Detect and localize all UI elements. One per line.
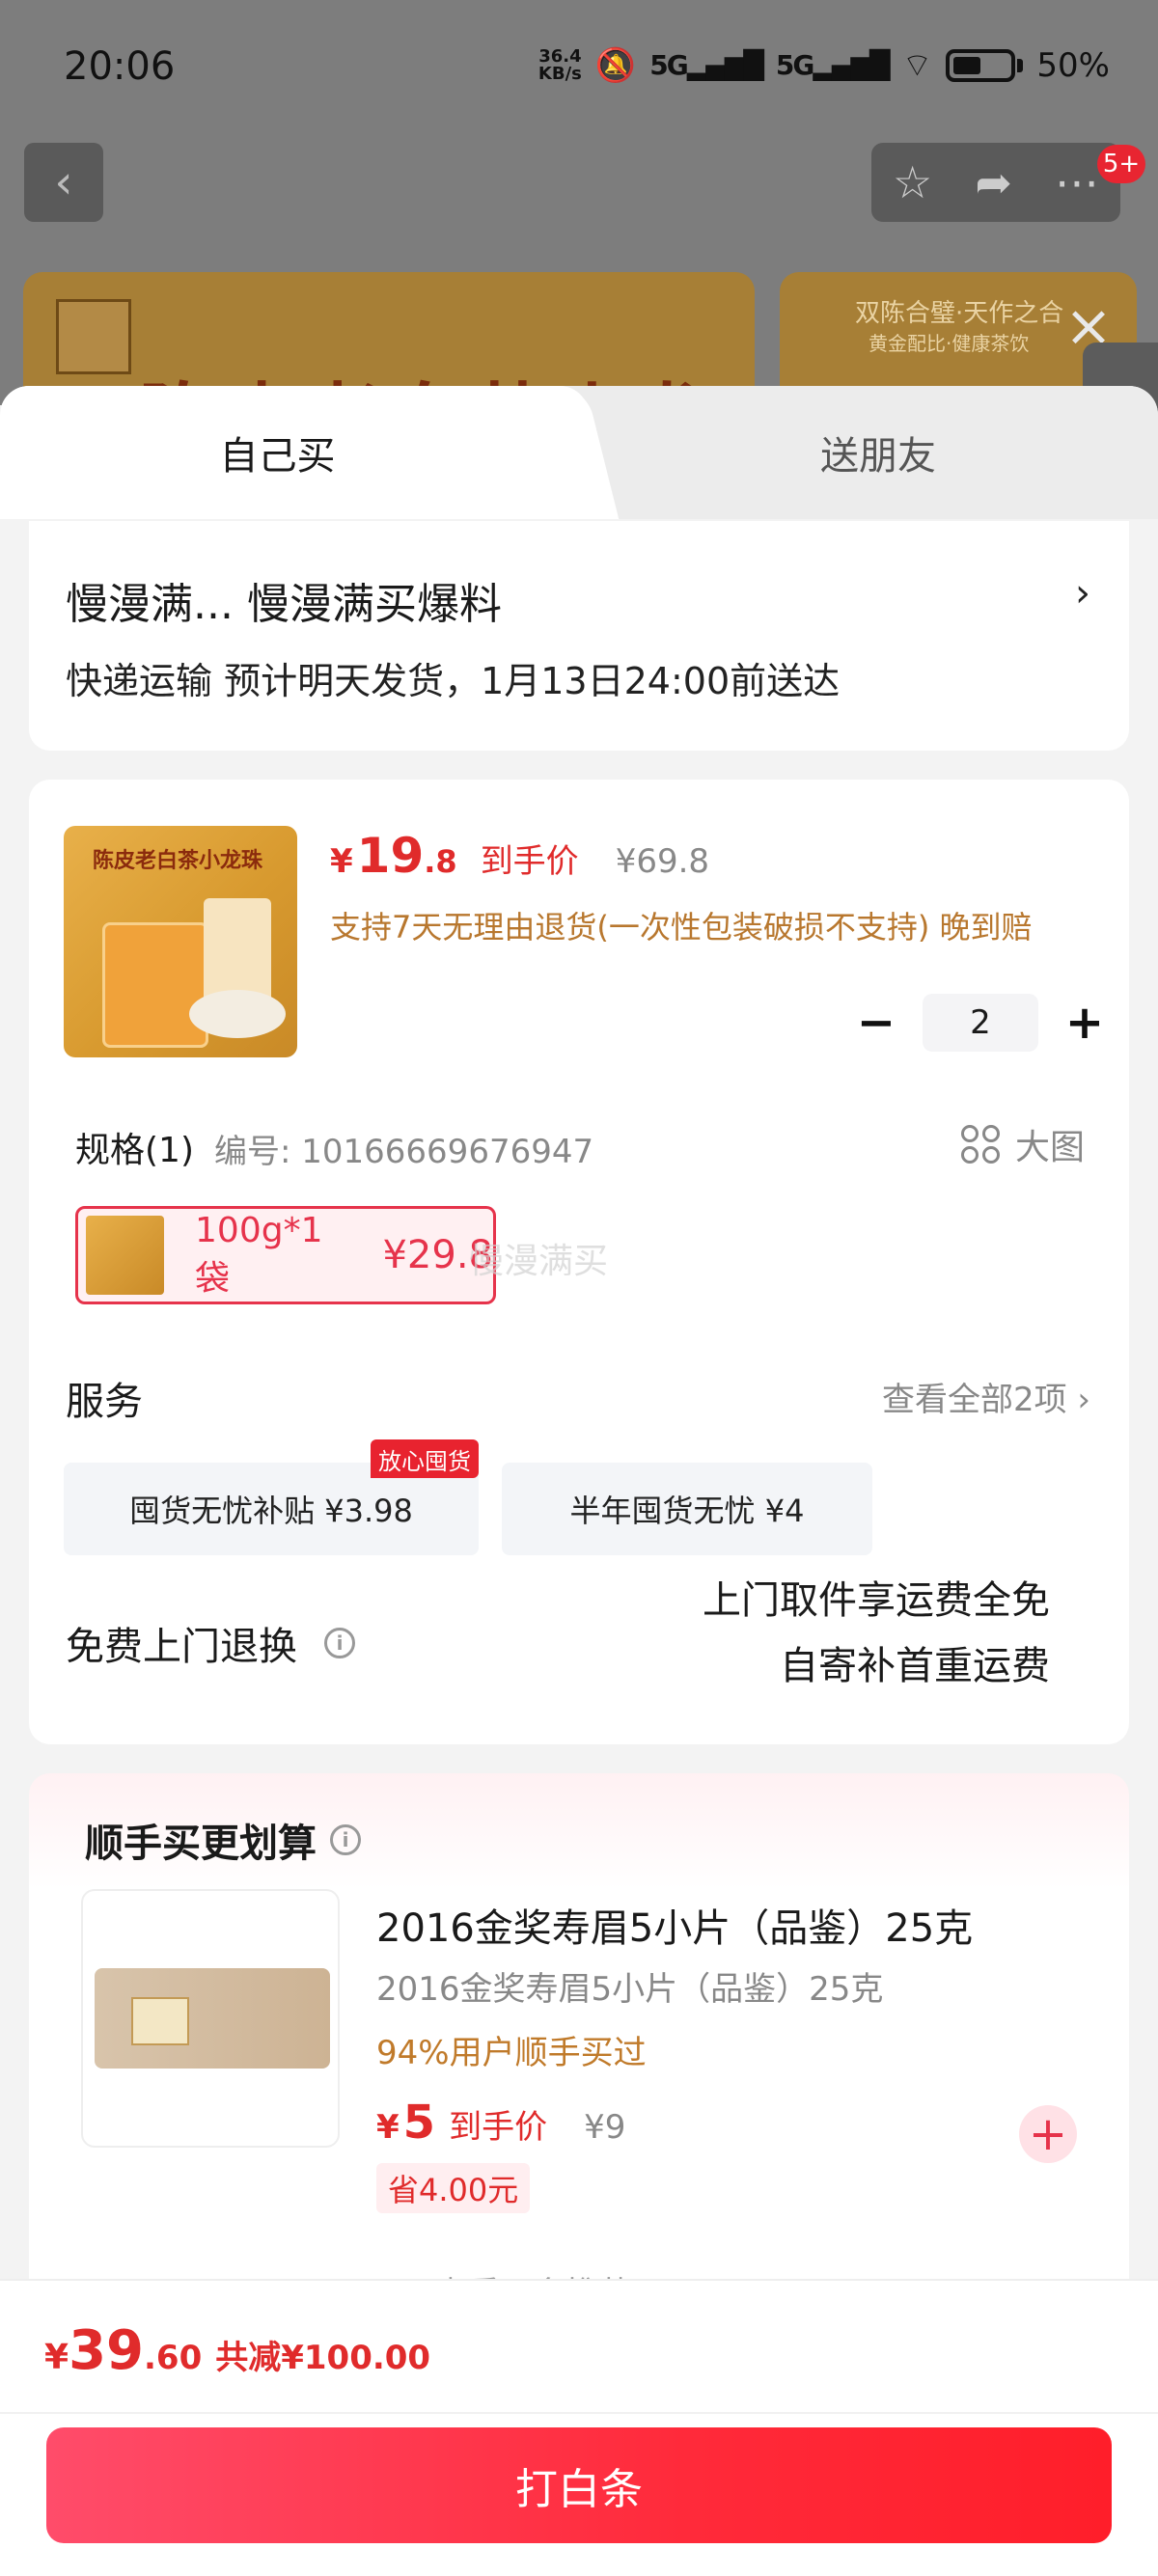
upsell-saving-badge: 省4.00元 bbox=[376, 2163, 531, 2213]
info-icon[interactable]: i bbox=[330, 1824, 361, 1855]
service-option-half-year[interactable]: 半年囤货无忧 ¥4 bbox=[502, 1463, 872, 1555]
divider bbox=[0, 2412, 1158, 2414]
back-button[interactable]: ‹ bbox=[24, 143, 103, 222]
free-return-line2: 自寄补首重运费 bbox=[780, 1644, 1050, 1688]
chevron-left-icon: ‹ bbox=[54, 155, 73, 209]
tab-buy-for-self[interactable]: 自己买 bbox=[0, 386, 589, 519]
big-image-button[interactable]: 大图 bbox=[960, 1119, 1085, 1169]
tab-gift-to-friend[interactable]: 送朋友 bbox=[676, 386, 1081, 519]
upsell-title: 顺手买更划算 i bbox=[85, 1812, 361, 1868]
signal-icon: 5G▂▄▆█ bbox=[649, 49, 764, 81]
free-return-line1: 上门取件享运费全免 bbox=[703, 1578, 1050, 1623]
product-code: 编号: 10166669676947 bbox=[214, 1133, 594, 1171]
increase-quantity-button[interactable]: + bbox=[1058, 996, 1112, 1050]
grid-icon bbox=[960, 1125, 1000, 1164]
brand-logo bbox=[56, 299, 131, 374]
share-icon[interactable]: ➦ bbox=[975, 156, 1012, 208]
decrease-quantity-button[interactable]: − bbox=[849, 996, 903, 1050]
return-policy: 支持7天无理由退货(一次性包装破损不支持) 晚到赔 bbox=[330, 909, 1033, 945]
checkout-footer: ¥ 39 .60 共减¥100.00 打白条 bbox=[0, 2279, 1158, 2576]
service-badge: 放心囤货 bbox=[371, 1439, 479, 1478]
wifi-icon: ⌔ bbox=[901, 46, 933, 85]
pay-with-baitiao-button[interactable]: 打白条 bbox=[46, 2427, 1112, 2543]
quantity-value[interactable]: 2 bbox=[923, 994, 1038, 1052]
top-actions: ☆ ➦ ⋯ bbox=[871, 143, 1120, 222]
upsell-original-price: ¥9 bbox=[584, 2108, 626, 2147]
net-speed: 36.4 KB/s bbox=[538, 45, 582, 84]
address-title: 慢漫满... 慢漫满买爆料 bbox=[66, 580, 502, 629]
star-icon[interactable]: ☆ bbox=[893, 156, 932, 208]
product-card: 陈皮老白茶小龙珠 ¥ 19 .8 到手价 ¥69.8 支持7天无理由退货(一次性… bbox=[29, 780, 1129, 1744]
total-price: ¥ 39 .60 共减¥100.00 bbox=[44, 2319, 431, 2382]
status-icons: 36.4 KB/s 🔕 5G▂▄▆█ 5G▂▄▆█ ⌔ 50% bbox=[538, 44, 1110, 86]
info-icon[interactable]: i bbox=[324, 1628, 355, 1658]
battery-icon bbox=[946, 48, 1016, 82]
free-return-label: 免费上门退换 i bbox=[66, 1615, 355, 1671]
mute-icon: 🔕 bbox=[594, 45, 637, 85]
service-label: 服务 bbox=[66, 1380, 143, 1424]
purchase-tabs: 自己买 送朋友 bbox=[0, 386, 1158, 519]
add-upsell-button[interactable]: + bbox=[1019, 2105, 1077, 2163]
sku-option-selected[interactable]: 100g*1袋 ¥29.8 bbox=[75, 1206, 496, 1304]
upsell-product-name[interactable]: 2016金奖寿眉5小片（品鉴）25克 bbox=[376, 1897, 973, 1953]
address-card[interactable]: 慢漫满... 慢漫满买爆料 › 快递运输 预计明天发货，1月13日24:00前送… bbox=[29, 521, 1129, 751]
spec-label: 规格(1) bbox=[75, 1131, 194, 1170]
upsell-product-image[interactable] bbox=[81, 1889, 340, 2148]
upsell-price: ¥ 5 到手价 ¥9 bbox=[376, 2096, 626, 2150]
more-icon[interactable]: ⋯ bbox=[1055, 156, 1099, 208]
status-bar: 20:06 36.4 KB/s 🔕 5G▂▄▆█ 5G▂▄▆█ ⌔ 50% bbox=[0, 0, 1158, 135]
battery-percent: 50% bbox=[1036, 45, 1110, 85]
signal-icon: 5G▂▄▆█ bbox=[775, 49, 891, 81]
shipping-info: 快递运输 预计明天发货，1月13日24:00前送达 bbox=[66, 660, 841, 702]
total-discount: 共减¥100.00 bbox=[215, 2339, 431, 2377]
original-price: ¥69.8 bbox=[615, 842, 710, 881]
upsell-card: 顺手买更划算 i 2016金奖寿眉5小片（品鉴）25克 2016金奖寿眉5小片（… bbox=[29, 1773, 1129, 2314]
watermark: 慢漫满买 bbox=[469, 1242, 609, 1281]
upsell-product-subtitle: 2016金奖寿眉5小片（品鉴）25克 bbox=[376, 1970, 884, 2009]
plus-icon: + bbox=[1028, 2107, 1068, 2161]
upsell-popularity: 94%用户顺手买过 bbox=[376, 2034, 647, 2072]
status-time: 20:06 bbox=[64, 44, 176, 89]
notification-badge: 5+ bbox=[1097, 145, 1145, 183]
product-price: ¥ 19 .8 到手价 ¥69.8 bbox=[330, 828, 710, 884]
sku-thumbnail bbox=[86, 1216, 165, 1295]
purchase-sheet: 自己买 送朋友 慢漫满... 慢漫满买爆料 › 快递运输 预计明天发货，1月13… bbox=[0, 386, 1158, 2576]
chevron-right-icon: › bbox=[1075, 571, 1090, 616]
product-image[interactable]: 陈皮老白茶小龙珠 bbox=[64, 826, 297, 1057]
view-all-services-link[interactable]: 查看全部2项 › bbox=[882, 1373, 1090, 1420]
quantity-stepper: − 2 + bbox=[849, 994, 1112, 1052]
